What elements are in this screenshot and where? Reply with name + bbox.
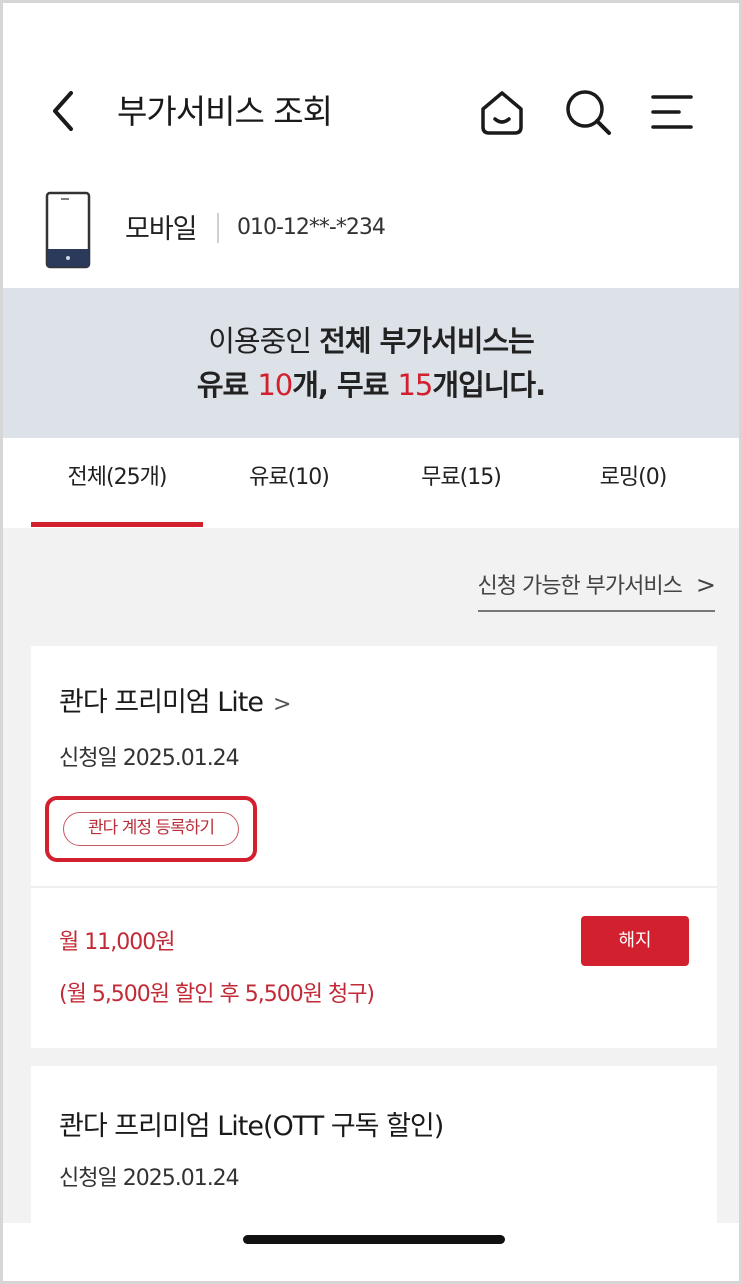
service-date: 신청일 2025.01.24 bbox=[59, 746, 240, 771]
service-tabs: 전체(25개) 유료(10) 무료(15) 로밍(0) bbox=[3, 438, 739, 528]
home-icon[interactable] bbox=[475, 85, 529, 139]
summary-line-1: 이용중인 전체 부가서비스는 bbox=[3, 318, 739, 360]
free-count: 15 bbox=[397, 368, 433, 402]
app-frame: 부가서비스 조회 모바일 010-12**-*234 이용중인 전체 부가서비스… bbox=[0, 0, 742, 1284]
menu-icon[interactable] bbox=[645, 87, 699, 137]
service-title-text: 콴다 프리미엄 Lite bbox=[59, 687, 264, 718]
tab-roaming[interactable]: 로밍(0) bbox=[547, 438, 719, 528]
cancel-button[interactable]: 해지 bbox=[581, 916, 689, 966]
available-services-link[interactable]: 신청 가능한 부가서비스 > bbox=[477, 568, 716, 612]
summary-paid-label: 유료 bbox=[196, 368, 258, 402]
bottom-bar bbox=[3, 1223, 739, 1281]
tab-all[interactable]: 전체(25개) bbox=[31, 438, 203, 528]
service-title[interactable]: 콴다 프리미엄 Lite(OTT 구독 할인) bbox=[59, 1104, 444, 1143]
service-card: 콴다 프리미엄 Lite > 신청일 2025.01.24 콴다 계정 등록하기 … bbox=[31, 646, 717, 1048]
phone-icon bbox=[45, 191, 91, 269]
app-header: 부가서비스 조회 bbox=[3, 3, 739, 183]
service-title[interactable]: 콴다 프리미엄 Lite > bbox=[59, 680, 291, 719]
service-list: 신청 가능한 부가서비스 > 콴다 프리미엄 Lite > 신청일 2025.01.… bbox=[3, 528, 739, 1281]
price-detail: (월 5,500원 할인 후 5,500원 청구) bbox=[59, 982, 375, 1007]
summary-bold: 전체 부가서비스는 bbox=[319, 324, 535, 358]
home-indicator[interactable] bbox=[243, 1235, 505, 1244]
summary-prefix: 이용중인 bbox=[208, 324, 320, 358]
summary-suffix: 개입니다. bbox=[432, 368, 546, 402]
available-services-label: 신청 가능한 부가서비스 bbox=[477, 574, 683, 599]
device-type-label: 모바일 bbox=[125, 214, 198, 245]
device-info-row: 모바일 010-12**-*234 bbox=[3, 183, 739, 288]
phone-number: 010-12**-*234 bbox=[237, 215, 386, 240]
summary-free-label: 개, 무료 bbox=[292, 368, 398, 402]
back-icon[interactable] bbox=[43, 85, 83, 137]
tab-paid[interactable]: 유료(10) bbox=[203, 438, 375, 528]
monthly-price: 월 11,000원 bbox=[59, 930, 175, 955]
register-account-button[interactable]: 콴다 계정 등록하기 bbox=[63, 812, 239, 846]
active-tab-indicator bbox=[31, 522, 203, 527]
paid-count: 10 bbox=[257, 368, 293, 402]
device-separator bbox=[217, 213, 219, 243]
summary-line-2: 유료 10개, 무료 15개입니다. bbox=[3, 362, 739, 404]
search-icon[interactable] bbox=[561, 85, 615, 139]
page-title: 부가서비스 조회 bbox=[117, 92, 333, 131]
chevron-right-icon: > bbox=[272, 692, 291, 717]
card-divider bbox=[31, 886, 717, 888]
chevron-right-icon: > bbox=[695, 571, 716, 599]
service-date: 신청일 2025.01.24 bbox=[59, 1166, 240, 1191]
highlight-outline: 콴다 계정 등록하기 bbox=[45, 796, 257, 862]
summary-banner: 이용중인 전체 부가서비스는 유료 10개, 무료 15개입니다. bbox=[3, 288, 739, 438]
tab-free[interactable]: 무료(15) bbox=[375, 438, 547, 528]
